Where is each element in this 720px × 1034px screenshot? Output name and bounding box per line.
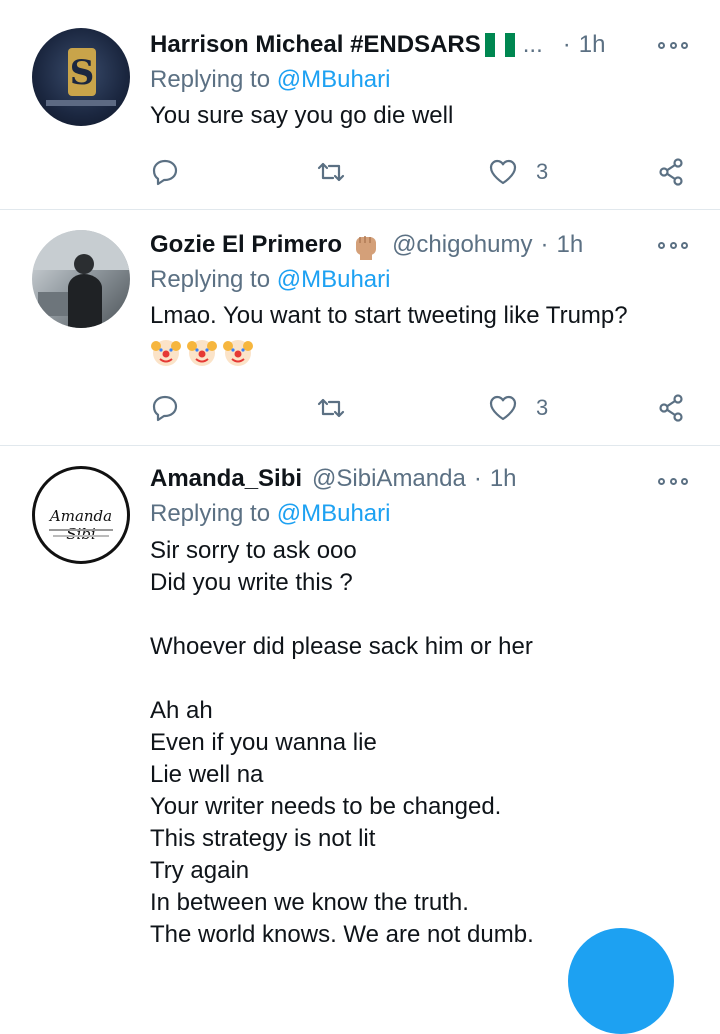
share-button[interactable] <box>656 392 686 424</box>
reply-icon <box>152 395 178 422</box>
name-ellipsis: ... <box>522 31 543 58</box>
tweet-2[interactable]: Gozie El Primero @chigohumy · 1h Replyin… <box>0 210 720 445</box>
mention-link[interactable]: @MBuhari <box>277 500 391 527</box>
retweet-icon <box>317 162 345 182</box>
clown-face-icon <box>151 340 181 366</box>
avatar-text: Amanda Sibi <box>49 507 113 543</box>
like-button[interactable]: 3 <box>488 392 548 424</box>
svg-text:S: S <box>70 53 95 93</box>
clown-face-icon <box>187 340 217 366</box>
reply-button[interactable] <box>150 156 180 188</box>
separator-dot: · <box>540 231 549 258</box>
timestamp[interactable]: 1h <box>557 231 584 259</box>
tweet-text: Sir sorry to ask ooo Did you write this … <box>150 537 534 948</box>
timestamp[interactable]: 1h <box>490 465 517 493</box>
emoji-row <box>150 336 254 368</box>
like-count: 3 <box>536 159 549 184</box>
compose-tweet-button[interactable] <box>568 928 674 1034</box>
retweet-button[interactable] <box>316 392 346 424</box>
display-name[interactable]: Amanda_Sibi <box>150 465 302 493</box>
replying-to: Replying to @MBuhari <box>150 500 390 528</box>
timestamp[interactable]: 1h <box>579 31 606 59</box>
display-name[interactable]: Harrison Micheal #ENDSARS <box>150 31 481 59</box>
tweet-actions: 3 <box>150 392 690 424</box>
avatar[interactable] <box>32 230 130 328</box>
avatar-photo-icon <box>32 230 130 328</box>
more-options-icon[interactable] <box>658 476 688 486</box>
display-name[interactable]: Gozie El Primero <box>150 231 342 259</box>
handle[interactable]: @chigohumy <box>392 231 532 259</box>
nigeria-flag-icon <box>484 33 515 57</box>
replying-to: Replying to @MBuhari <box>150 66 390 94</box>
tweet-text: You sure say you go die well <box>150 102 454 129</box>
clown-face-icon <box>223 340 253 366</box>
share-icon <box>659 394 683 422</box>
handle[interactable]: @SibiAmanda <box>312 465 466 493</box>
retweet-icon <box>317 398 345 418</box>
tweet-3[interactable]: Amanda Sibi Amanda_Sibi @SibiAmanda · 1h… <box>0 446 720 957</box>
mention-link[interactable]: @MBuhari <box>277 266 391 293</box>
raised-fist-icon <box>356 236 377 260</box>
avatar[interactable]: S <box>32 28 130 126</box>
avatar-logo-icon: S <box>46 48 116 106</box>
more-options-icon[interactable] <box>658 240 688 250</box>
replying-to-label: Replying to <box>150 66 277 93</box>
tweet-1[interactable]: S Harrison Micheal #ENDSARS ... · 1h Rep… <box>0 0 720 210</box>
more-options-icon[interactable] <box>658 40 688 50</box>
reply-icon <box>152 159 178 186</box>
share-icon <box>659 158 683 186</box>
reply-button[interactable] <box>150 392 180 424</box>
share-button[interactable] <box>656 156 686 188</box>
avatar[interactable]: Amanda Sibi <box>32 466 130 564</box>
heart-icon <box>489 159 517 185</box>
separator-dot: · <box>562 31 571 58</box>
heart-icon <box>489 395 517 421</box>
like-button[interactable]: 3 <box>488 156 548 188</box>
replying-to-label: Replying to <box>150 500 277 527</box>
tweet-text: Lmao. You want to start tweeting like Tr… <box>150 302 628 329</box>
separator-dot: · <box>473 465 482 492</box>
like-count: 3 <box>536 395 549 420</box>
retweet-button[interactable] <box>316 156 346 188</box>
tweet-actions: 3 <box>150 156 690 188</box>
replying-to-label: Replying to <box>150 266 277 293</box>
mention-link[interactable]: @MBuhari <box>277 66 391 93</box>
replying-to: Replying to @MBuhari <box>150 266 390 294</box>
